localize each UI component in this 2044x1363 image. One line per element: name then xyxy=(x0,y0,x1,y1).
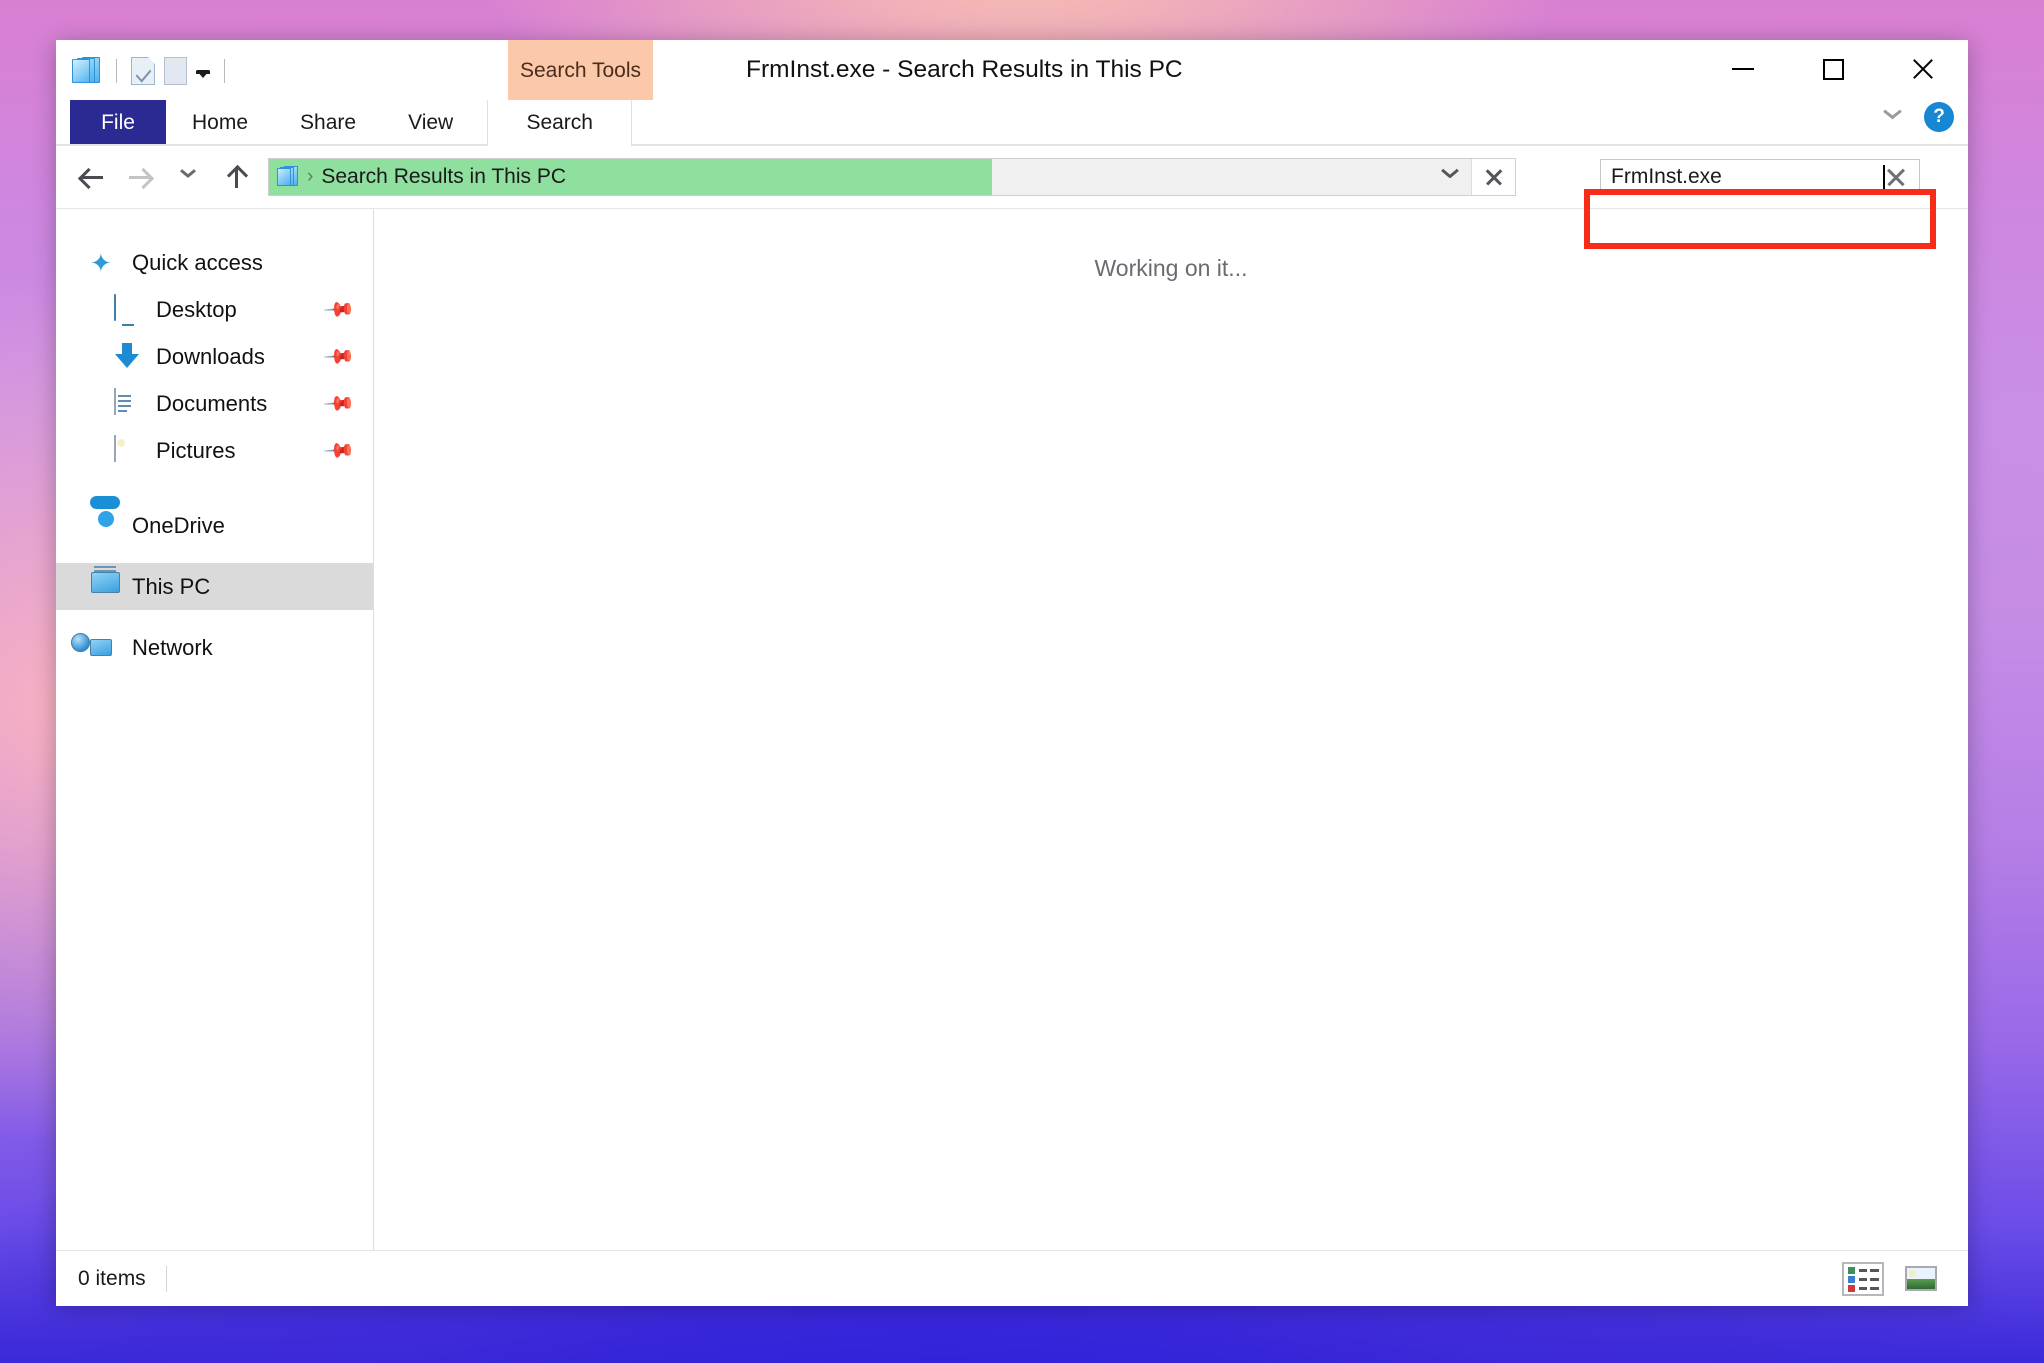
sidebar-item-label: Desktop xyxy=(156,296,237,322)
star-pin-icon: ✦ xyxy=(90,247,112,278)
breadcrumb-item-search-results[interactable]: Search Results in This PC xyxy=(321,165,566,189)
up-button[interactable] xyxy=(212,153,260,201)
breadcrumb: › Search Results in This PC xyxy=(269,165,566,189)
status-divider xyxy=(165,1265,167,1292)
recent-locations-button[interactable] xyxy=(164,153,212,201)
contextual-tab-header: Search Tools xyxy=(508,40,653,101)
toolbar-divider xyxy=(116,59,117,83)
sidebar-item-downloads[interactable]: Downloads 📌 xyxy=(56,333,373,380)
desktop-monitor-icon xyxy=(114,293,144,325)
minimize-icon xyxy=(1732,68,1754,70)
pin-icon[interactable]: 📌 xyxy=(322,434,355,467)
clear-search-icon[interactable] xyxy=(1885,166,1907,188)
close-x-icon xyxy=(1484,167,1504,187)
maximize-icon xyxy=(1822,58,1844,80)
details-view-button[interactable] xyxy=(1842,1261,1884,1296)
customize-dropdown-icon[interactable] xyxy=(196,70,210,78)
file-list-pane[interactable]: Working on it... xyxy=(374,209,1968,1250)
document-icon xyxy=(114,387,144,419)
tab-view[interactable]: View xyxy=(382,100,479,146)
cloud-icon xyxy=(90,511,120,541)
minimize-button[interactable] xyxy=(1698,40,1788,98)
maximize-button[interactable] xyxy=(1788,40,1878,98)
network-icon xyxy=(90,633,120,663)
window-controls xyxy=(1698,40,1968,98)
arrow-up-icon xyxy=(224,164,248,190)
sidebar-item-quick-access[interactable]: ✦ Quick access xyxy=(56,239,373,286)
tab-home[interactable]: Home xyxy=(166,100,274,146)
search-input[interactable]: FrmInst.exe xyxy=(1600,159,1920,195)
quick-access-toolbar xyxy=(72,53,230,89)
status-message: Working on it... xyxy=(1094,255,1248,281)
arrow-right-icon xyxy=(127,164,153,190)
sidebar-item-label: Pictures xyxy=(156,437,236,463)
help-button[interactable]: ? xyxy=(1924,102,1954,132)
view-mode-buttons xyxy=(1842,1251,1940,1306)
this-pc-icon[interactable] xyxy=(277,166,299,188)
address-dropdown-button[interactable] xyxy=(1429,159,1471,195)
window-title: FrmInst.exe - Search Results in This PC xyxy=(746,56,1183,83)
pin-icon[interactable]: 📌 xyxy=(322,340,355,373)
search-input-value: FrmInst.exe xyxy=(1611,165,1722,188)
back-button[interactable] xyxy=(68,153,116,201)
address-bar[interactable]: › Search Results in This PC xyxy=(268,158,1516,196)
chevron-down-icon xyxy=(1441,172,1459,182)
new-folder-icon[interactable] xyxy=(164,57,187,85)
chevron-down-icon[interactable] xyxy=(1884,112,1902,122)
stop-search-button[interactable] xyxy=(1471,159,1515,195)
sidebar-item-desktop[interactable]: Desktop 📌 xyxy=(56,286,373,333)
close-icon xyxy=(1910,56,1936,82)
navigation-pane: ✦ Quick access Desktop 📌 Downloads 📌 Doc… xyxy=(56,209,374,1250)
sidebar-item-onedrive[interactable]: OneDrive xyxy=(56,502,373,549)
close-button[interactable] xyxy=(1878,40,1968,98)
tab-file[interactable]: File xyxy=(70,100,166,146)
toolbar-divider xyxy=(224,59,225,83)
sidebar-item-label: Downloads xyxy=(156,343,265,369)
ribbon-tab-strip: File Home Share View Search ? xyxy=(56,100,1968,146)
status-bar: 0 items xyxy=(56,1250,1968,1306)
sidebar-item-label: Documents xyxy=(156,390,268,416)
desktop-wallpaper: Search Tools FrmInst.exe - Search Result… xyxy=(0,0,2044,1363)
details-view-icon xyxy=(1846,1266,1880,1292)
download-arrow-icon xyxy=(114,342,144,372)
title-bar: Search Tools FrmInst.exe - Search Result… xyxy=(56,40,1968,101)
ribbon-right-controls: ? xyxy=(1884,102,1954,132)
this-pc-icon xyxy=(90,572,120,602)
sidebar-item-this-pc[interactable]: This PC xyxy=(56,563,373,610)
sidebar-item-label: This PC xyxy=(132,573,211,599)
tab-share[interactable]: Share xyxy=(274,100,382,146)
chevron-down-icon xyxy=(180,172,196,182)
arrow-left-icon xyxy=(79,164,105,190)
forward-button[interactable] xyxy=(116,153,164,201)
navigation-bar: › Search Results in This PC FrmInst.exe xyxy=(56,146,1968,208)
sidebar-item-label: OneDrive xyxy=(132,512,225,538)
sidebar-item-documents[interactable]: Documents 📌 xyxy=(56,380,373,427)
properties-icon[interactable] xyxy=(131,56,156,85)
large-icons-view-button[interactable] xyxy=(1902,1264,1940,1294)
address-bar-buttons xyxy=(1429,159,1515,195)
pin-icon[interactable]: 📌 xyxy=(322,293,355,326)
sidebar-item-label: Quick access xyxy=(132,249,263,275)
explorer-icon[interactable] xyxy=(72,57,102,85)
pin-icon[interactable]: 📌 xyxy=(322,387,355,420)
breadcrumb-separator: › xyxy=(307,166,314,187)
picture-icon xyxy=(114,434,144,466)
file-explorer-window: Search Tools FrmInst.exe - Search Result… xyxy=(56,40,1968,1306)
sidebar-item-label: Network xyxy=(132,634,213,660)
large-icons-view-icon xyxy=(1905,1266,1937,1291)
explorer-body: ✦ Quick access Desktop 📌 Downloads 📌 Doc… xyxy=(56,208,1968,1250)
sidebar-item-network[interactable]: Network xyxy=(56,624,373,671)
sidebar-item-pictures[interactable]: Pictures 📌 xyxy=(56,427,373,474)
tab-search[interactable]: Search xyxy=(487,100,633,146)
status-bar-left: 0 items xyxy=(78,1265,167,1292)
item-count: 0 items xyxy=(78,1266,146,1290)
search-area: FrmInst.exe xyxy=(1584,146,1936,208)
